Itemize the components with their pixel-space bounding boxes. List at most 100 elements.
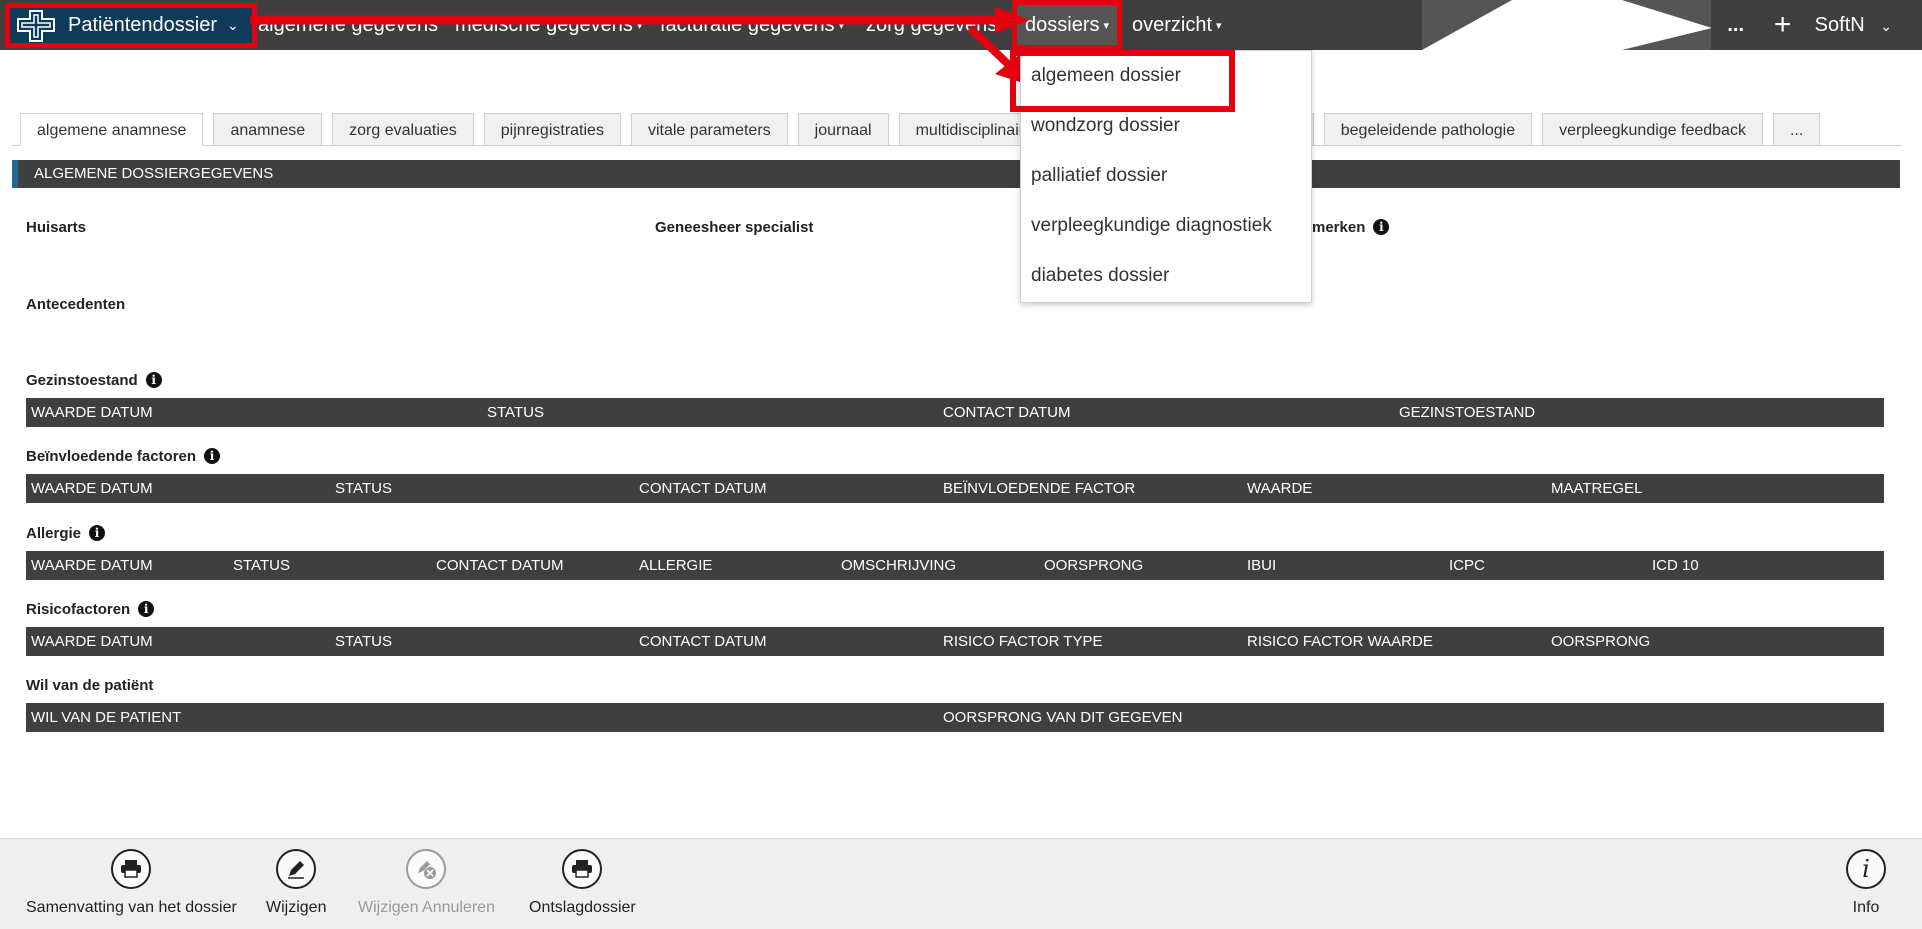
opmerkingen-label: merken i — [1312, 219, 1390, 236]
wil-grid-header: WIL VAN DE PATIENT OORSPRONG VAN DIT GEG… — [26, 703, 1884, 732]
column-header[interactable]: IBUI — [1247, 551, 1276, 580]
annotation-arrow — [250, 7, 1030, 84]
samenvatting-button[interactable]: Samenvatting van het dossier — [26, 839, 237, 917]
column-header[interactable]: CONTACT DATUM — [436, 551, 564, 580]
tab-more[interactable]: ... — [1772, 113, 1821, 146]
wijzigen-annuleren-button[interactable]: Wijzigen Annuleren — [358, 839, 495, 917]
column-header[interactable]: WAARDE — [1247, 474, 1312, 503]
tab-pijnregistraties[interactable]: pijnregistraties — [483, 113, 621, 146]
tab-anamnese[interactable]: anamnese — [213, 113, 323, 146]
button-label: Ontslagdossier — [529, 899, 636, 916]
group-title-text: Risicofactoren — [26, 601, 131, 618]
opmerkingen-text: merken — [1312, 219, 1366, 236]
column-header[interactable]: STATUS — [487, 398, 544, 427]
risico-title: Risicofactoren i — [26, 601, 155, 618]
column-header[interactable]: MAATREGEL — [1551, 474, 1642, 503]
column-header[interactable]: OORSPRONG — [1044, 551, 1143, 580]
gezinstoestand-grid-header: WAARDE DATUM STATUS CONTACT DATUM GEZINS… — [26, 398, 1884, 427]
wijzigen-button[interactable]: Wijzigen — [266, 839, 326, 917]
column-header[interactable]: WAARDE DATUM — [31, 627, 153, 656]
allergie-grid-header: WAARDE DATUM STATUS CONTACT DATUM ALLERG… — [26, 551, 1884, 580]
nav-right-group: ... + SoftN ⌄ — [1710, 0, 1922, 50]
ontslagdossier-button[interactable]: Ontslagdossier — [529, 839, 636, 917]
add-button[interactable]: + — [1761, 8, 1805, 42]
section-header: ALGEMENE DOSSIERGEGEVENS — [12, 160, 1900, 188]
antecedenten-label: Antecedenten — [26, 296, 126, 313]
caret-down-icon: ▾ — [1216, 19, 1222, 32]
chevron-down-icon: ⌄ — [1880, 17, 1892, 34]
dropdown-item-verpleegkundige-diagnostiek[interactable]: verpleegkundige diagnostiek — [1021, 201, 1311, 251]
specialist-label: Geneesheer specialist — [655, 219, 814, 236]
allergie-title: Allergie i — [26, 525, 106, 542]
chevron-down-icon: ⌄ — [226, 17, 239, 33]
info-icon[interactable]: i — [1373, 219, 1390, 235]
user-menu[interactable]: SoftN ⌄ — [1805, 14, 1922, 37]
group-title-text: Allergie — [26, 525, 82, 542]
column-header[interactable]: WIL VAN DE PATIENT — [31, 703, 181, 732]
tab-algemene-anamnese[interactable]: algemene anamnese — [20, 113, 204, 146]
nav-overzicht[interactable]: overzicht ▾ — [1132, 0, 1222, 50]
tab-verpleegkundige-feedback[interactable]: verpleegkundige feedback — [1542, 113, 1763, 146]
info-icon[interactable]: i — [204, 448, 221, 464]
cancel-edit-icon — [406, 849, 447, 889]
medical-cross-logo-icon — [17, 9, 55, 42]
factoren-title: Beïnvloedende factoren i — [26, 448, 221, 465]
factoren-grid-header: WAARDE DATUM STATUS CONTACT DATUM BEÏNVL… — [26, 474, 1884, 503]
risico-grid-header: WAARDE DATUM STATUS CONTACT DATUM RISICO… — [26, 627, 1884, 656]
group-title-text: Gezinstoestand — [26, 372, 138, 389]
annotation-highlight-box — [1010, 50, 1235, 112]
nav-label: overzicht — [1132, 13, 1213, 36]
bottom-toolbar: Samenvatting van het dossier Wijzigen Wi… — [0, 838, 1922, 929]
column-header[interactable]: ICPC — [1449, 551, 1485, 580]
dropdown-item-diabetes-dossier[interactable]: diabetes dossier — [1021, 251, 1311, 301]
column-header[interactable]: OORSPRONG VAN DIT GEGEVEN — [943, 703, 1183, 732]
column-header[interactable]: WAARDE DATUM — [31, 474, 153, 503]
white-triangle-shape — [1422, 0, 1712, 50]
column-header[interactable]: ICD 10 — [1652, 551, 1699, 580]
button-label: Samenvatting van het dossier — [26, 899, 237, 916]
column-header[interactable]: ALLERGIE — [639, 551, 712, 580]
button-label: Wijzigen Annuleren — [358, 899, 495, 916]
group-title-text: Beïnvloedende factoren — [26, 448, 197, 465]
redacted-area — [1422, 0, 1712, 50]
tab-zorg-evaluaties[interactable]: zorg evaluaties — [332, 113, 474, 146]
nav-label: dossiers — [1025, 13, 1100, 36]
brand-title: Patiëntendossier — [68, 14, 217, 36]
info-icon[interactable]: i — [145, 372, 162, 388]
info-icon: i — [1846, 849, 1886, 889]
column-header[interactable]: CONTACT DATUM — [639, 627, 767, 656]
gezinstoestand-title: Gezinstoestand i — [26, 372, 162, 389]
column-header[interactable]: OMSCHRIJVING — [841, 551, 956, 580]
caret-down-icon: ▾ — [1103, 19, 1110, 32]
dropdown-item-palliatief-dossier[interactable]: palliatief dossier — [1021, 151, 1311, 201]
column-header[interactable]: CONTACT DATUM — [943, 398, 1071, 427]
button-label: Info — [1852, 899, 1880, 916]
column-header[interactable]: GEZINSTOESTAND — [1399, 398, 1535, 427]
column-header[interactable]: STATUS — [335, 627, 392, 656]
wil-title: Wil van de patiënt — [26, 677, 154, 694]
column-header[interactable]: RISICO FACTOR TYPE — [943, 627, 1102, 656]
pencil-icon — [276, 849, 317, 889]
tab-begeleidende-pathologie[interactable]: begeleidende pathologie — [1323, 113, 1533, 146]
user-name: SoftN — [1814, 13, 1865, 36]
brand-menu[interactable]: Patiëntendossier ⌄ — [5, 3, 257, 48]
info-button[interactable]: i Info — [1846, 839, 1886, 917]
printer-icon — [111, 849, 152, 889]
column-header[interactable]: CONTACT DATUM — [639, 474, 767, 503]
column-header[interactable]: WAARDE DATUM — [31, 398, 153, 427]
info-icon[interactable]: i — [89, 525, 106, 541]
more-menu-button[interactable]: ... — [1711, 14, 1761, 37]
printer-icon — [562, 849, 603, 889]
huisarts-label: Huisarts — [26, 219, 87, 236]
column-header[interactable]: WAARDE DATUM — [31, 551, 153, 580]
tab-vitale-parameters[interactable]: vitale parameters — [630, 113, 788, 146]
column-header[interactable]: OORSPRONG — [1551, 627, 1650, 656]
tab-journaal[interactable]: journaal — [797, 113, 889, 146]
info-icon[interactable]: i — [138, 601, 155, 617]
column-header[interactable]: STATUS — [335, 474, 392, 503]
column-header[interactable]: STATUS — [233, 551, 290, 580]
button-label: Wijzigen — [266, 899, 327, 916]
column-header[interactable]: RISICO FACTOR WAARDE — [1247, 627, 1433, 656]
tab-bar: algemene anamnese anamnese zorg evaluati… — [20, 113, 1830, 146]
column-header[interactable]: BEÏNVLOEDENDE FACTOR — [943, 474, 1135, 503]
